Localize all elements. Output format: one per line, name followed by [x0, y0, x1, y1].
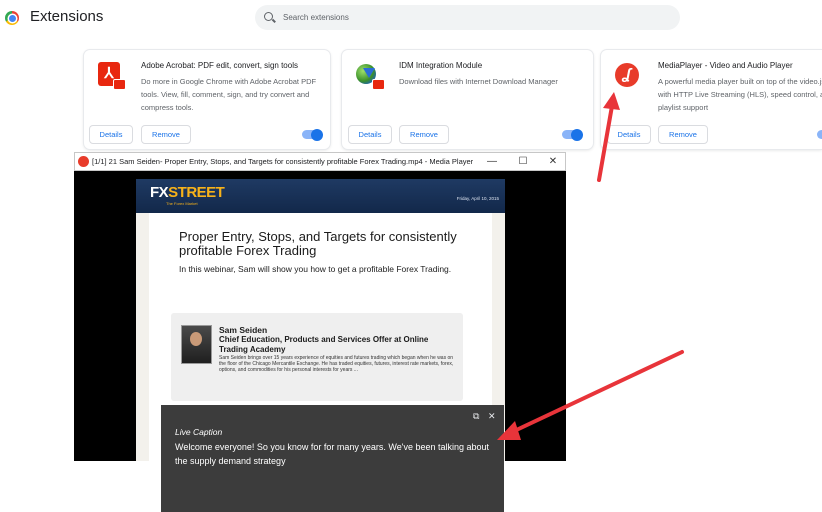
enable-toggle[interactable] — [302, 128, 323, 141]
search-icon — [264, 12, 273, 21]
extension-description: A powerful media player built on top of … — [658, 77, 822, 112]
fxstreet-logo: FXSTREET — [150, 184, 225, 201]
remove-button[interactable]: Remove — [658, 125, 708, 144]
slide-date: Friday, April 10, 2015 — [456, 196, 499, 201]
search-bar[interactable] — [255, 5, 680, 30]
close-icon[interactable]: ✕ — [488, 411, 496, 422]
media-player-icon — [78, 156, 89, 167]
idm-icon — [356, 62, 385, 92]
details-button[interactable]: Details — [89, 125, 133, 144]
extension-description: Do more in Google Chrome with Adobe Acro… — [141, 77, 317, 112]
slide-header: FXSTREET The Forex Market Friday, April … — [136, 179, 505, 213]
window-title: [1/1] 21 Sam Seiden- Proper Entry, Stops… — [92, 157, 474, 166]
minimize-button[interactable]: — — [485, 155, 499, 169]
enable-toggle[interactable] — [817, 130, 822, 139]
extension-name: Adobe Acrobat: PDF edit, convert, sign t… — [141, 61, 298, 70]
window-titlebar[interactable]: [1/1] 21 Sam Seiden- Proper Entry, Stops… — [74, 152, 566, 171]
speaker-role: Chief Education, Products and Services O… — [219, 335, 429, 354]
details-button[interactable]: Details — [348, 125, 392, 144]
extension-card-idm: IDM Integration Module Download files wi… — [342, 50, 593, 149]
remove-button[interactable]: Remove — [399, 125, 449, 144]
enable-toggle[interactable] — [562, 128, 583, 141]
speaker-bio-box: Sam Seiden Chief Education, Products and… — [171, 313, 463, 401]
details-button[interactable]: Details — [607, 125, 651, 144]
remove-button[interactable]: Remove — [141, 125, 191, 144]
live-caption-panel[interactable]: ⧉ ✕ Live Caption Welcome everyone! So yo… — [161, 405, 504, 512]
extension-name: IDM Integration Module — [399, 61, 483, 70]
speaker-bio: Sam Seiden brings over 15 years experien… — [219, 355, 454, 373]
page-title: Extensions — [30, 8, 104, 25]
extension-name: MediaPlayer - Video and Audio Player — [658, 61, 793, 70]
media-player-icon: ʆ — [615, 63, 643, 93]
popout-icon[interactable]: ⧉ — [473, 411, 479, 422]
live-caption-heading: Live Caption — [175, 427, 223, 437]
slide-title: Proper Entry, Stops, and Targets for con… — [179, 229, 457, 258]
extension-card-media-player: ʆ MediaPlayer - Video and Audio Player A… — [601, 50, 822, 149]
speaker-photo — [181, 325, 212, 364]
brand-tagline: The Forex Market — [166, 201, 198, 206]
slide-subtitle: In this webinar, Sam will show you how t… — [179, 264, 452, 274]
chrome-logo-icon — [5, 11, 19, 25]
adobe-acrobat-icon: ⅄ — [98, 62, 126, 92]
extension-description: Download files with Internet Download Ma… — [399, 77, 558, 86]
live-caption-text: Welcome everyone! So you know for for ma… — [175, 442, 490, 466]
search-input[interactable] — [283, 9, 663, 26]
speaker-name: Sam Seiden — [219, 325, 268, 335]
maximize-button[interactable]: ☐ — [516, 155, 530, 169]
extension-card-adobe-acrobat: ⅄ Adobe Acrobat: PDF edit, convert, sign… — [84, 50, 330, 149]
close-button[interactable]: ✕ — [546, 155, 560, 169]
extensions-header: Extensions — [0, 0, 822, 36]
